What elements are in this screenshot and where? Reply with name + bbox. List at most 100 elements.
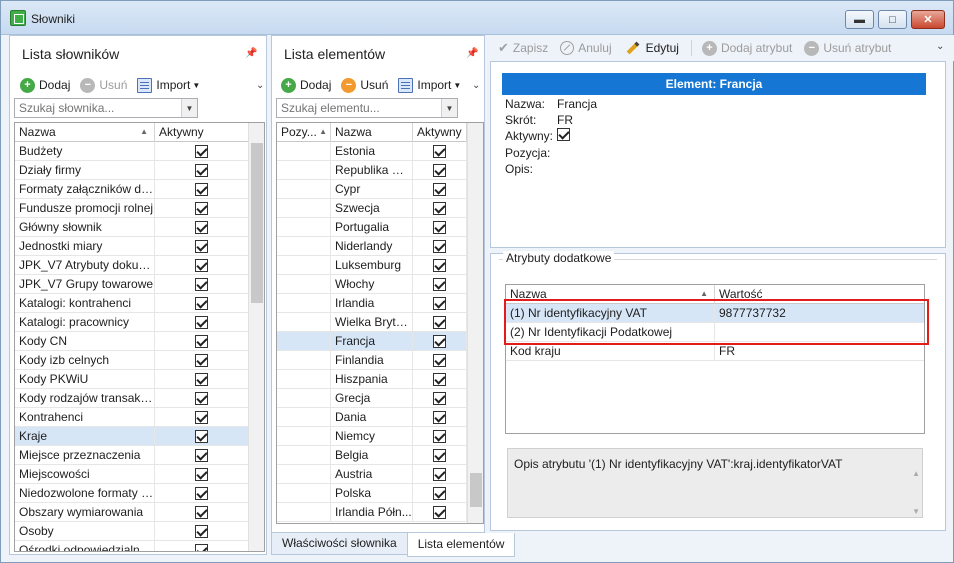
import-element-button[interactable]: Import ▼ [398,77,461,93]
element-active-checkbox[interactable] [557,128,570,144]
table-row[interactable]: Osoby [15,522,249,541]
active-checkbox[interactable] [195,182,208,196]
table-row[interactable]: Katalogi: pracownicy [15,313,249,332]
active-checkbox[interactable] [195,201,208,215]
table-row[interactable]: Francja [277,332,467,351]
remove-dictionary-button[interactable]: − Usuń [80,77,127,93]
active-checkbox[interactable] [195,258,208,272]
active-checkbox[interactable] [195,372,208,386]
add-element-button[interactable]: + Dodaj [281,77,331,93]
table-row[interactable]: Kody PKWiU [15,370,249,389]
col-position[interactable]: Pozy... ▲ [277,123,331,142]
active-checkbox[interactable] [195,144,208,158]
table-row[interactable]: Obszary wymiarowania [15,503,249,522]
table-row[interactable]: Luksemburg [277,256,467,275]
table-row[interactable]: Fundusze promocji rolnej [15,199,249,218]
table-row[interactable]: Włochy [277,275,467,294]
remove-element-button[interactable]: − Usuń [341,77,388,93]
active-checkbox[interactable] [433,486,446,500]
table-row[interactable]: Formaty załączników dok... [15,180,249,199]
table-row[interactable]: Niemcy [277,427,467,446]
active-checkbox[interactable] [195,505,208,519]
table-row[interactable]: Główny słownik [15,218,249,237]
tab-element-list[interactable]: Lista elementów [406,533,516,557]
table-row[interactable]: Irlandia Półn... [277,503,467,522]
active-checkbox[interactable] [195,448,208,462]
active-checkbox[interactable] [433,391,446,405]
table-row[interactable]: Polska [277,484,467,503]
pin-icon[interactable]: 📌 [245,48,257,59]
scroll-thumb[interactable] [470,473,482,507]
table-row[interactable]: Kraje [15,427,249,446]
active-checkbox[interactable] [195,391,208,405]
active-checkbox[interactable] [433,144,446,158]
table-row[interactable]: Niedozwolone formaty za... [15,484,249,503]
table-row[interactable]: Finlandia [277,351,467,370]
table-row[interactable]: Ośrodki odpowiedzialności [15,541,249,551]
active-checkbox[interactable] [195,239,208,253]
active-checkbox[interactable] [195,277,208,291]
add-attribute-button[interactable]: + Dodaj atrybut [701,40,792,56]
active-checkbox[interactable] [433,296,446,310]
scroll-thumb[interactable] [251,143,263,303]
table-row[interactable]: Kody CN [15,332,249,351]
table-row[interactable]: Szwecja [277,199,467,218]
active-checkbox[interactable] [433,448,446,462]
elements-scrollbar[interactable] [467,123,483,523]
table-row[interactable]: Portugalia [277,218,467,237]
col-active[interactable]: Aktywny [413,123,467,142]
element-search-input[interactable] [277,99,457,117]
chevron-down-icon[interactable]: ⌄ [936,41,944,52]
table-row[interactable]: Austria [277,465,467,484]
cancel-button[interactable]: Anuluj [560,41,612,55]
search-dropdown-icon[interactable]: ▼ [181,99,197,117]
active-checkbox[interactable] [195,410,208,424]
description-scroll-arrows[interactable]: ▲ ▼ [912,455,920,531]
table-row[interactable]: Belgia [277,446,467,465]
close-button[interactable]: ✕ [911,10,945,29]
import-dictionary-button[interactable]: Import ▼ [137,77,200,93]
active-checkbox[interactable] [433,353,446,367]
minimize-button[interactable]: ▬ [845,10,874,29]
table-row[interactable]: Kody rodzajów transakcji... [15,389,249,408]
active-checkbox[interactable] [195,220,208,234]
active-checkbox[interactable] [195,296,208,310]
table-row[interactable]: Republika Cz... [277,161,467,180]
table-row[interactable]: Cypr [277,180,467,199]
col-name[interactable]: Nazwa ▲ [15,123,155,142]
active-checkbox[interactable] [433,505,446,519]
table-row[interactable]: Kody izb celnych [15,351,249,370]
search-dropdown-icon[interactable]: ▼ [441,99,457,117]
dictionaries-scrollbar[interactable] [248,123,264,551]
active-checkbox[interactable] [433,220,446,234]
table-row[interactable]: Miejsce przeznaczenia [15,446,249,465]
active-checkbox[interactable] [195,334,208,348]
table-row[interactable]: Estonia [277,142,467,161]
save-button[interactable]: ✔ Zapisz [498,40,548,56]
active-checkbox[interactable] [433,315,446,329]
table-row[interactable]: Dania [277,408,467,427]
active-checkbox[interactable] [433,334,446,348]
chevron-down-icon[interactable]: ⌄ [472,80,480,91]
edit-button[interactable]: Edytuj [624,41,679,55]
dictionary-search[interactable]: ▼ [14,98,198,118]
active-checkbox[interactable] [433,201,446,215]
table-row[interactable]: JPK_V7 Grupy towarowe [15,275,249,294]
active-checkbox[interactable] [195,524,208,538]
pin-icon[interactable]: 📌 [466,48,478,59]
active-checkbox[interactable] [195,429,208,443]
active-checkbox[interactable] [433,467,446,481]
chevron-down-icon[interactable]: ⌄ [256,80,264,91]
dictionary-search-input[interactable] [15,99,197,117]
active-checkbox[interactable] [433,410,446,424]
table-row[interactable]: Grecja [277,389,467,408]
tab-dictionary-properties[interactable]: Właściwości słownika [271,533,408,555]
table-row[interactable]: Kontrahenci [15,408,249,427]
table-row[interactable]: Wielka Brytania [277,313,467,332]
active-checkbox[interactable] [195,163,208,177]
active-checkbox[interactable] [195,467,208,481]
table-row[interactable]: Działy firmy [15,161,249,180]
active-checkbox[interactable] [433,163,446,177]
table-row[interactable]: JPK_V7 Atrybuty dokume... [15,256,249,275]
active-checkbox[interactable] [433,182,446,196]
